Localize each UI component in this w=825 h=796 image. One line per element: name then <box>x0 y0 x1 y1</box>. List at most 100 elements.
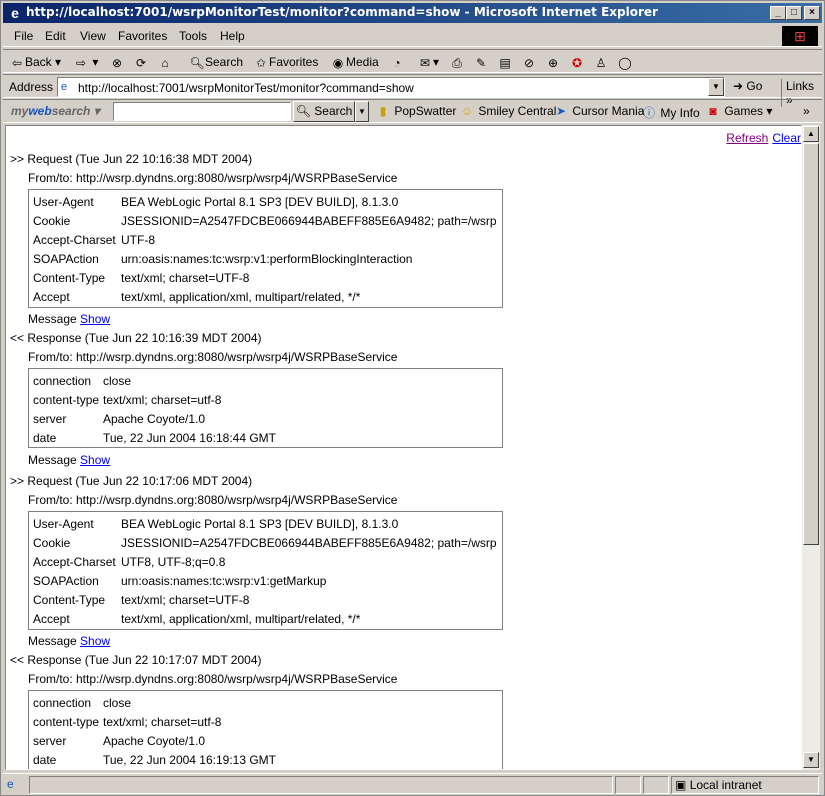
back-button[interactable]: ⇦ Back ▾ <box>9 53 61 71</box>
mail-button[interactable]: ✉ ▾ <box>417 53 439 71</box>
header-table: User-Agent BEA WebLogic Portal 8.1 SP3 [D… <box>28 189 503 308</box>
web-search-button[interactable]: 🔍︎ Search <box>293 101 355 122</box>
address-dropdown-button[interactable]: ▼ <box>708 78 724 96</box>
scroll-thumb[interactable] <box>803 143 819 545</box>
discuss-button[interactable]: ▤ <box>497 53 513 71</box>
media-label: Media <box>346 55 379 69</box>
favorites-button[interactable]: ✩ Favorites <box>253 53 318 71</box>
web-search-dropdown[interactable]: ▼ <box>355 101 369 122</box>
print-button[interactable]: ⎙ <box>449 53 465 71</box>
intranet-icon: ▣ <box>675 778 687 792</box>
refresh-icon: ⟳ <box>135 55 147 70</box>
header-table: connection close content-type text/xml; ch… <box>28 690 503 769</box>
entry-heading: >> Request (Tue Jun 22 10:17:06 MDT 2004… <box>10 474 253 488</box>
popswatter-link[interactable]: ▮ PopSwatter <box>375 104 457 118</box>
scroll-down-button[interactable]: ▼ <box>803 752 819 768</box>
maximize-button[interactable]: □ <box>786 6 802 20</box>
address-input[interactable]: e http://localhost:7001/wsrpMonitorTest/… <box>57 77 725 97</box>
header-value: text/xml, application/xml, multipart/rel… <box>121 290 361 304</box>
header-table: User-Agent BEA WebLogic Portal 8.1 SP3 [D… <box>28 511 503 630</box>
home-button[interactable]: ⌂ <box>157 53 173 71</box>
clear-link[interactable]: Clear <box>772 131 801 145</box>
close-button[interactable]: × <box>804 6 820 20</box>
header-value: text/xml; charset=utf-8 <box>103 393 222 407</box>
refresh-link[interactable]: Refresh <box>726 131 768 145</box>
menu-favorites[interactable]: Favorites <box>118 29 167 43</box>
header-key: Accept <box>33 612 70 626</box>
show-message-link[interactable]: Show <box>80 312 110 326</box>
header-value: text/xml; charset=utf-8 <box>103 715 222 729</box>
web-search-input[interactable] <box>113 102 291 121</box>
globe-icon: ⊕ <box>547 55 559 70</box>
refresh-button[interactable]: ⟳ <box>133 53 149 71</box>
header-key: connection <box>33 696 92 710</box>
search-icon: 🔍︎ <box>189 55 205 70</box>
entry-from: From/to: http://wsrp.dyndns.org:8080/wsr… <box>28 672 398 686</box>
header-value: urn:oasis:names:tc:wsrp:v1:performBlocki… <box>121 252 413 266</box>
smiley-central-link[interactable]: ☺ Smiley Central <box>459 104 557 118</box>
discuss-icon: ▤ <box>499 55 511 70</box>
edit-button[interactable]: ✎ <box>473 53 489 71</box>
status-bar: e ▣ Local intranet <box>3 773 822 795</box>
brand-main: web <box>28 104 52 118</box>
vertical-scrollbar[interactable]: ▲ ▼ <box>802 125 820 770</box>
stop-button[interactable]: ⊗ <box>109 53 125 71</box>
message-label: Message <box>28 312 77 326</box>
favorites-star-icon: ✩ <box>255 55 267 70</box>
games-link[interactable]: ◙ Games ▾ <box>705 104 772 118</box>
cursor-mania-label: Cursor Mania <box>572 104 645 118</box>
menu-edit[interactable]: Edit <box>45 29 66 43</box>
header-value: text/xml; charset=UTF-8 <box>121 593 250 607</box>
my-info-label: My Info <box>660 106 700 120</box>
show-message-link[interactable]: Show <box>80 634 110 648</box>
address-url[interactable]: http://localhost:7001/wsrpMonitorTest/mo… <box>78 81 414 95</box>
header-value: close <box>103 696 132 710</box>
forward-arrow-icon: ⇨ <box>75 55 87 70</box>
header-key: SOAPAction <box>33 574 99 588</box>
go-arrow-icon: ➜ <box>733 79 744 93</box>
menu-help[interactable]: Help <box>220 29 245 43</box>
header-value: close <box>103 374 132 388</box>
history-icon: ◔ <box>393 55 401 70</box>
message-row: Message Show <box>28 312 110 326</box>
smiley-central-label: Smiley Central <box>478 104 557 118</box>
page-content: Refresh Clear >> Request (Tue Jun 22 10:1… <box>5 125 802 770</box>
my-info-link[interactable]: ⓘ My Info <box>641 104 700 121</box>
tool-button-2[interactable]: ⊕ <box>545 53 561 71</box>
cursor-icon: ➤ <box>555 104 567 118</box>
menu-tools[interactable]: Tools <box>179 29 207 43</box>
messenger-icon: ♙ <box>595 55 607 70</box>
header-value: UTF-8 <box>121 233 155 247</box>
header-value: JSESSIONID=A2547FDCBE066944BABEFF885E6A9… <box>121 536 497 550</box>
zone-label: ▣ Local intranet <box>675 778 762 792</box>
header-key: Content-Type <box>33 271 106 285</box>
header-key: SOAPAction <box>33 252 99 266</box>
menu-bar: File Edit View Favorites Tools Help ⊞ <box>3 25 822 47</box>
header-value: Apache Coyote/1.0 <box>103 412 206 426</box>
menu-view[interactable]: View <box>80 29 106 43</box>
forward-button[interactable]: ⇨ ▾ <box>73 53 98 71</box>
minimize-button[interactable]: _ <box>770 6 786 20</box>
header-key: User-Agent <box>33 517 94 531</box>
tool-button-4[interactable]: ♙ <box>593 53 609 71</box>
media-button[interactable]: ◉ Media <box>330 53 379 71</box>
header-key: Content-Type <box>33 593 106 607</box>
tool-button-3[interactable]: ✪ <box>569 53 585 71</box>
header-key: server <box>33 412 67 426</box>
header-key: content-type <box>33 715 100 729</box>
go-button[interactable]: ➜ Go <box>733 79 762 93</box>
toolbar-overflow-chevron[interactable]: » <box>803 104 810 118</box>
search-button[interactable]: 🔍︎Search <box>189 53 243 71</box>
message-label: Message <box>28 634 77 648</box>
header-key: Cookie <box>33 536 71 550</box>
show-message-link[interactable]: Show <box>80 453 110 467</box>
tool-button-1[interactable]: ⊘ <box>521 53 537 71</box>
favorites-label: Favorites <box>269 55 319 69</box>
tool-button-5[interactable]: ◯ <box>617 53 633 71</box>
cursor-mania-link[interactable]: ➤ Cursor Mania <box>553 104 644 118</box>
scroll-up-button[interactable]: ▲ <box>803 126 819 142</box>
media-icon: ◉ <box>332 55 344 70</box>
menu-file[interactable]: File <box>14 29 33 43</box>
mywebsearch-logo: mywebsearch ▾ <box>11 104 100 118</box>
history-button[interactable]: ◔ <box>389 53 405 71</box>
